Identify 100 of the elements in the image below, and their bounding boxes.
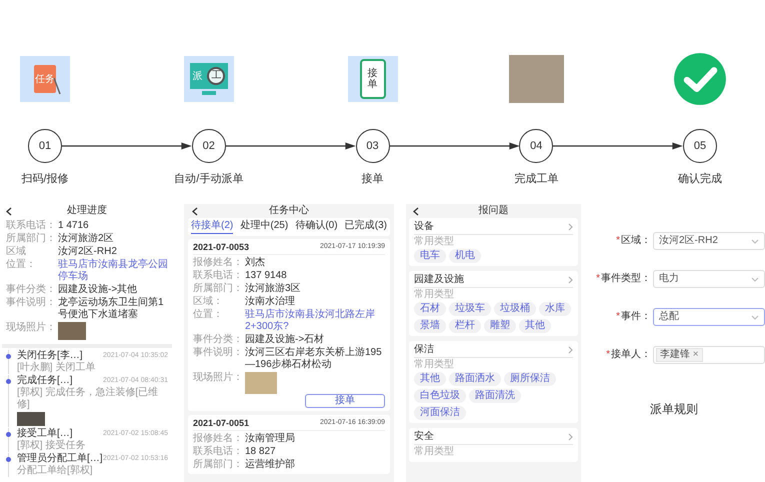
required-mark: * (616, 311, 620, 322)
step-label: 确认完成 (678, 172, 722, 186)
field-value: 运营维护部 (245, 458, 296, 471)
field-label: 事件分类： (193, 334, 243, 346)
field-label: 联系电话： (193, 270, 243, 282)
field-label: 所属部门： (193, 282, 243, 295)
timeline-note: [郭权] 接受任务 (17, 440, 86, 452)
location-link[interactable]: 驻马店市汝南县汝河北路左岸2+300东? (245, 308, 385, 333)
type-tag[interactable]: 石材 (414, 302, 446, 316)
type-tag[interactable]: 垃圾桶 (494, 302, 536, 316)
page-title: 任务中心 (268, 205, 310, 217)
phone-icon: 接单 (348, 56, 398, 102)
tab[interactable]: 待接单(2) (191, 220, 234, 234)
category-subtitle: 常用类型 (414, 289, 455, 301)
required-mark: * (616, 235, 620, 246)
tab[interactable]: 已完成(3) (344, 220, 387, 234)
type-tag[interactable]: 电车 (414, 249, 446, 263)
photo-placeholder (17, 412, 45, 426)
field-value: 汝河三区右岸老东关桥上游195—196步梯石材松动 (245, 346, 383, 371)
type-tag[interactable]: 厕所保洁 (504, 372, 556, 386)
location-link[interactable]: 驻马店市汝南县龙亭公园停车场 (58, 259, 168, 283)
type-tag[interactable]: 其他 (414, 372, 446, 386)
field-label: 区域 (6, 246, 27, 258)
category-title: 保洁 (414, 344, 434, 356)
field-label: 所属部门： (6, 233, 56, 245)
step-label: 完成工单 (514, 172, 558, 186)
photo-placeholder (245, 372, 277, 394)
select-field[interactable]: 汝河2区-RH2 (653, 232, 765, 250)
photo-placeholder (58, 322, 86, 340)
category-subtitle: 常用类型 (414, 236, 455, 248)
type-tag[interactable]: 路面洒水 (449, 372, 501, 386)
field-label: 事件： (621, 311, 651, 322)
field-label: 事件说明： (6, 297, 56, 310)
field-value: 园建及设施->石材 (245, 334, 326, 346)
caption: 派单规则 (650, 402, 698, 416)
timeline-dot (6, 456, 11, 462)
chevron-right-icon[interactable] (568, 433, 573, 441)
assignee-field[interactable]: 李建锋 × (653, 346, 765, 364)
type-tag[interactable]: 路面清洗 (469, 389, 521, 403)
timeline-dot (6, 354, 11, 358)
page-title: 处理进度 (66, 205, 108, 217)
field-label: 现场照片： (6, 322, 56, 335)
chevron-right-icon[interactable] (568, 276, 573, 284)
field-value: 汝河2区-RH2 (58, 246, 118, 258)
field-label: 接单人： (611, 349, 651, 360)
required-mark: * (596, 273, 600, 284)
field-label: 事件说明： (193, 346, 243, 360)
step-number: 05 (683, 129, 717, 163)
timeline-dot (6, 378, 11, 384)
task-document-icon: 任务 (20, 56, 70, 102)
timeline-title: 管理员分配工单[…] (17, 453, 103, 464)
field-label: 联系电话： (193, 446, 243, 458)
field-label: 报修姓名： (193, 432, 243, 445)
chevron-down-icon (751, 314, 759, 320)
timeline-title: 关闭任务[李…] (17, 350, 83, 362)
back-icon[interactable] (413, 206, 419, 216)
timeline-note: 分配工单给[郭权] (17, 465, 94, 477)
field-label: 报修姓名： (193, 256, 243, 269)
timeline-title: 接受工单[…] (17, 428, 73, 440)
step-label: 自动/手动派单 (174, 172, 244, 186)
type-tag[interactable]: 河面保洁 (414, 406, 466, 420)
timeline-note: [叶永鹏] 关闭工单 (17, 362, 96, 374)
field-label: 联系电话： (6, 220, 56, 232)
type-tag[interactable]: 垃圾车 (449, 302, 491, 316)
tab[interactable]: 处理中(25) (240, 220, 288, 234)
category-title: 园建及设施 (414, 274, 464, 286)
type-tag[interactable]: 水库 (539, 302, 571, 316)
category-title: 设备 (414, 221, 434, 233)
type-tag[interactable]: 其他 (519, 319, 551, 333)
field-value: 刘杰 (245, 256, 266, 269)
category-subtitle: 常用类型 (414, 359, 455, 371)
chevron-down-icon (751, 238, 759, 244)
timeline-dot (6, 432, 11, 436)
type-tag[interactable]: 栏杆 (449, 319, 481, 333)
remove-tag[interactable]: × (692, 349, 699, 360)
type-tag[interactable]: 景墙 (414, 319, 446, 333)
step-label: 接单 (362, 172, 384, 186)
field-value: 龙亭运动场东卫生间第1号便池下水道堵塞 (58, 297, 165, 321)
field-label: 事件类型： (601, 273, 651, 284)
check-circle-icon (673, 52, 727, 106)
select-field[interactable]: 电力 (653, 270, 765, 288)
field-value: 园建及设施->其他 (58, 284, 138, 296)
timeline-note: [郭权] 完成任务，急注装修[已维修] (17, 387, 160, 411)
type-tag[interactable]: 机电 (449, 249, 481, 263)
field-value: 汝河旅游2区 (58, 233, 115, 245)
back-icon[interactable] (6, 206, 12, 216)
type-tag[interactable]: 雕塑 (484, 319, 516, 333)
type-tag[interactable]: 白色垃圾 (414, 389, 466, 403)
step-number: 02 (192, 129, 226, 163)
chevron-right-icon[interactable] (568, 223, 573, 231)
tab[interactable]: 待确认(0) (295, 220, 338, 234)
field-label: 事件分类： (6, 284, 56, 296)
back-icon[interactable] (192, 206, 198, 216)
chevron-right-icon[interactable] (568, 346, 573, 354)
accept-button[interactable]: 接单 (305, 394, 385, 408)
category-title: 安全 (414, 431, 434, 443)
step-number: 03 (356, 129, 390, 163)
photo-placeholder (508, 55, 564, 103)
select-field[interactable]: 总配 (653, 308, 765, 326)
timeline-title: 完成任务[…] (17, 375, 73, 386)
